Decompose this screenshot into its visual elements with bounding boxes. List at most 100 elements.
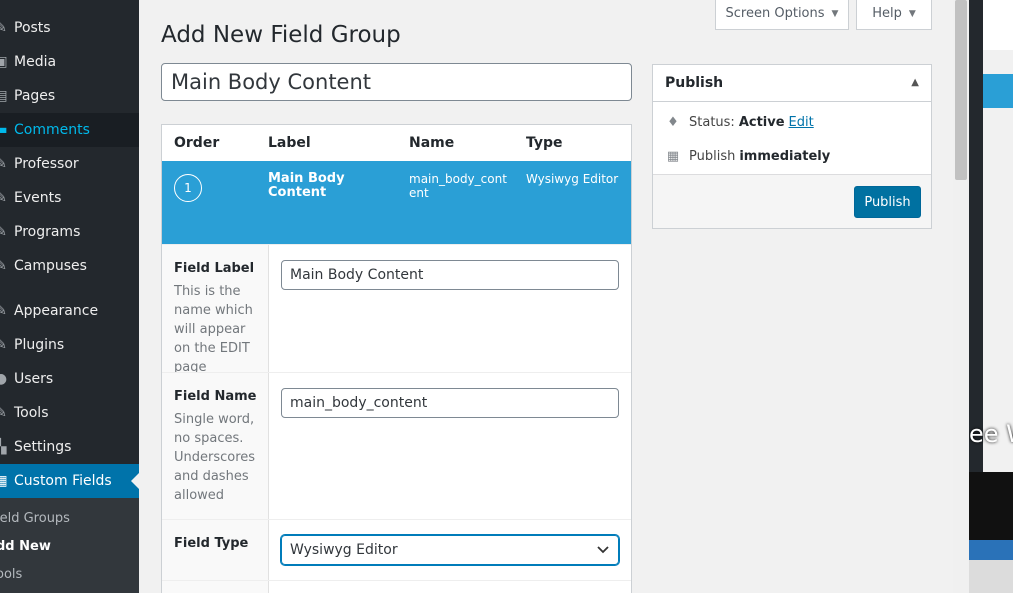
sidebar-item-events[interactable]: ✎ Events [0,181,139,215]
publish-schedule-value: immediately [739,149,831,164]
field-label-input[interactable]: Main Body Content [281,260,619,290]
triangle-down-icon: ▼ [908,8,916,19]
column-header-label: Label [268,135,311,151]
pin-icon: ♦ [667,115,679,130]
page-icon: ▤ [0,88,8,104]
post-type-icon: ✎ [0,190,7,206]
page-title: Add New Field Group [161,22,401,48]
submenu-item-add-new[interactable]: dd New [0,533,51,561]
field-order-badge[interactable]: 1 [174,174,202,202]
setting-title: Field Name [174,389,257,404]
setting-description: This is the name which will appear on th… [174,284,253,375]
publish-box: Publish ▲ ♦ Status: Active Edit ▦ Publis… [652,64,932,229]
publish-button[interactable]: Publish [854,186,921,218]
status-label: Status: [689,115,735,130]
admin-sidebar: ✎ Posts ▣ Media ▤ Pages ▬ Comments ✎ Professo… [0,0,139,593]
field-group-title-input[interactable] [161,63,632,101]
sidebar-item-label: Posts [14,20,51,36]
chevron-down-icon [597,546,609,554]
setting-title: Field Type [174,536,249,551]
pushpin-icon: ✎ [0,20,7,36]
video-player-controls[interactable] [969,560,1013,593]
wrench-icon: ✎ [0,405,7,421]
setting-field-label: Field Label This is the name which will … [162,244,631,375]
sidebar-item-programs[interactable]: ✎ Programs [0,215,139,249]
sidebar-item-label: Custom Fields [14,473,112,489]
sidebar-item-label: Programs [14,224,81,240]
comment-icon: ▬ [0,122,8,138]
field-row-label[interactable]: Main Body Content [268,172,388,200]
calendar-icon: ▦ [666,149,680,164]
help-button[interactable]: Help ▼ [856,0,932,30]
setting-next-row [162,580,631,593]
field-name-input[interactable]: main_body_content [281,388,619,418]
publish-box-title: Publish [665,75,724,91]
sidebar-item-media[interactable]: ▣ Media [0,45,139,79]
custom-fields-submenu: ield Groups dd New ools [0,498,139,593]
setting-field-name: Field Name Single word, no spaces. Under… [162,372,631,519]
column-header-type: Type [526,135,563,151]
column-header-name: Name [409,135,455,151]
setting-description: Single word, no spaces. Underscores and … [174,412,256,503]
scrollbar-thumb[interactable] [955,0,967,180]
sidebar-item-label: Plugins [14,337,65,353]
media-icon: ▣ [0,54,8,70]
settings-icon: ▚ [0,439,7,455]
secondary-window-panel [983,0,1013,472]
post-type-icon: ✎ [0,156,7,172]
triangle-up-icon[interactable]: ▲ [911,77,919,88]
sidebar-item-settings[interactable]: ▚ Settings [0,430,139,464]
field-row[interactable]: 1 Main Body Content main_body_content Wy… [162,161,631,244]
sidebar-item-comments[interactable]: ▬ Comments [0,113,139,147]
post-type-icon: ✎ [0,258,7,274]
screen-options-label: Screen Options [725,6,825,21]
publish-status: ♦ Status: Active Edit [665,115,814,130]
custom-fields-icon: ▦ [0,473,8,489]
status-edit-link[interactable]: Edit [789,115,814,130]
submenu-item-tools[interactable]: ools [0,561,22,589]
publish-schedule-label: Publish [689,149,736,164]
sidebar-item-label: Comments [14,122,90,138]
sidebar-item-posts[interactable]: ✎ Posts [0,11,139,45]
fields-panel: Order Label Name Type 1 Main Body Conten… [161,124,632,593]
sidebar-item-label: Pages [14,88,56,104]
column-header-order: Order [174,135,220,151]
setting-title: Field Label [174,261,255,276]
publish-box-header[interactable]: Publish ▲ [653,65,931,102]
secondary-window-header [983,0,1013,50]
publish-schedule: ▦ Publish immediately [665,149,830,164]
secondary-window-highlight [983,74,1013,108]
triangle-down-icon: ▼ [831,8,839,19]
sidebar-item-pages[interactable]: ▤ Pages [0,79,139,113]
sidebar-item-label: Users [14,371,54,387]
sidebar-item-label: Media [14,54,57,70]
plugin-icon: ✎ [0,337,7,353]
sidebar-item-tools[interactable]: ✎ Tools [0,396,139,430]
field-row-name: main_body_content [409,172,507,200]
user-icon: ● [0,371,8,387]
sidebar-item-custom-fields[interactable]: ▦ Custom Fields [0,464,139,498]
publish-box-footer: Publish [653,174,931,228]
field-row-type: Wysiwyg Editor [526,172,619,186]
screen-options-button[interactable]: Screen Options ▼ [715,0,849,30]
submenu-item-field-groups[interactable]: ield Groups [0,505,70,533]
sidebar-item-campuses[interactable]: ✎ Campuses [0,249,139,283]
sidebar-item-plugins[interactable]: ✎ Plugins [0,328,139,362]
brush-icon: ✎ [0,303,7,319]
sidebar-item-appearance[interactable]: ✎ Appearance [0,294,139,328]
status-value: Active [738,115,785,130]
field-type-select[interactable]: Wysiwyg Editor [281,535,619,565]
field-type-selected-value: Wysiwyg Editor [290,542,398,558]
secondary-window-edge [969,0,983,472]
secondary-window: ee W [969,0,1013,593]
sidebar-item-label: Professor [14,156,79,172]
sidebar-item-label: Tools [14,405,49,421]
post-type-icon: ✎ [0,224,7,240]
setting-field-type: Field Type Wysiwyg Editor [162,519,631,580]
help-label: Help [872,6,902,21]
page-scrollbar[interactable] [953,0,969,593]
sidebar-item-label: Events [14,190,62,206]
setting-label-cell [162,581,269,593]
sidebar-item-professor[interactable]: ✎ Professor [0,147,139,181]
sidebar-item-users[interactable]: ● Users [0,362,139,396]
